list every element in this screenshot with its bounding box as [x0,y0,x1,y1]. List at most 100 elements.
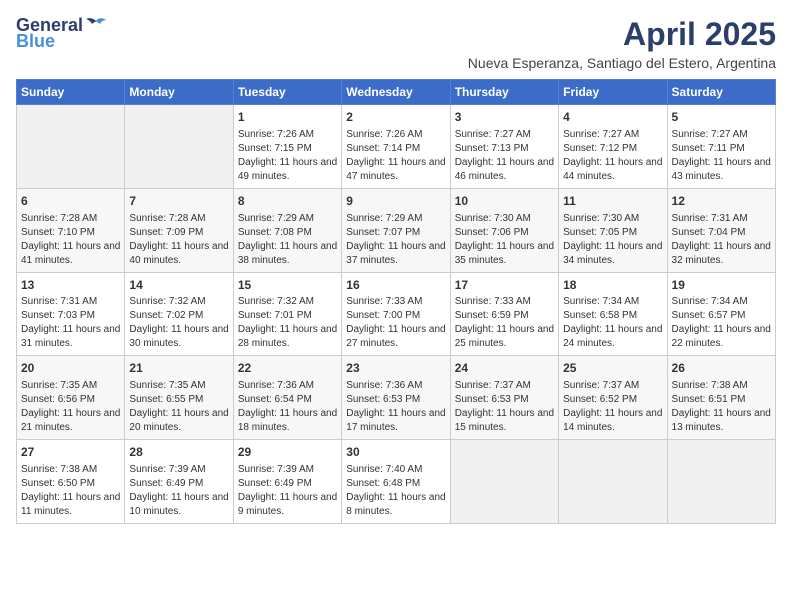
calendar-cell [450,440,558,524]
day-info: Sunrise: 7:36 AM Sunset: 6:53 PM Dayligh… [346,379,445,435]
day-number: 9 [346,193,445,210]
day-number: 6 [21,193,120,210]
day-info: Sunrise: 7:28 AM Sunset: 7:10 PM Dayligh… [21,212,120,268]
day-info: Sunrise: 7:38 AM Sunset: 6:51 PM Dayligh… [672,379,771,435]
calendar-cell: 16Sunrise: 7:33 AM Sunset: 7:00 PM Dayli… [342,272,450,356]
calendar-cell: 25 Sunrise: 7:37 AM Sunset: 6:52 PM Dayli… [559,356,667,440]
day-info: Sunrise: 7:27 AM Sunset: 7:12 PM Dayligh… [563,128,662,184]
day-info: Sunrise: 7:31 AM Sunset: 7:04 PM Dayligh… [672,212,771,268]
day-number: 17 [455,277,554,294]
calendar-cell: 6 Sunrise: 7:28 AM Sunset: 7:10 PM Daylig… [17,188,125,272]
calendar-cell: 26 Sunrise: 7:38 AM Sunset: 6:51 PM Dayli… [667,356,775,440]
day-number: 11 [563,193,662,210]
calendar-cell: 27Sunrise: 7:38 AM Sunset: 6:50 PM Dayli… [17,440,125,524]
day-number: 20 [21,360,120,377]
month-year-title: April 2025 [468,16,776,53]
logo-blue: Blue [16,32,55,50]
calendar-cell: 2 Sunrise: 7:26 AM Sunset: 7:14 PM Daylig… [342,105,450,189]
logo: General Blue [16,16,106,50]
day-number: 16 [346,277,445,294]
day-number: 25 [563,360,662,377]
calendar-cell: 17Sunrise: 7:33 AM Sunset: 6:59 PM Dayli… [450,272,558,356]
day-header-monday: Monday [125,80,233,105]
day-info: Sunrise: 7:32 AM Sunset: 7:01 PM Dayligh… [238,295,337,351]
day-info: Sunrise: 7:33 AM Sunset: 6:59 PM Dayligh… [455,295,554,351]
calendar-cell: 10Sunrise: 7:30 AM Sunset: 7:06 PM Dayli… [450,188,558,272]
day-number: 26 [672,360,771,377]
calendar-cell: 12 Sunrise: 7:31 AM Sunset: 7:04 PM Dayli… [667,188,775,272]
calendar-cell: 19Sunrise: 7:34 AM Sunset: 6:57 PM Dayli… [667,272,775,356]
day-number: 7 [129,193,228,210]
day-info: Sunrise: 7:34 AM Sunset: 6:57 PM Dayligh… [672,295,771,351]
calendar-cell: 30 Sunrise: 7:40 AM Sunset: 6:48 PM Dayli… [342,440,450,524]
calendar-cell: 20 Sunrise: 7:35 AM Sunset: 6:56 PM Dayli… [17,356,125,440]
calendar-cell [125,105,233,189]
calendar-cell: 24 Sunrise: 7:37 AM Sunset: 6:53 PM Dayli… [450,356,558,440]
calendar-table: SundayMondayTuesdayWednesdayThursdayFrid… [16,79,776,524]
day-info: Sunrise: 7:38 AM Sunset: 6:50 PM Dayligh… [21,463,120,519]
day-number: 2 [346,109,445,126]
day-info: Sunrise: 7:40 AM Sunset: 6:48 PM Dayligh… [346,463,445,519]
calendar-cell: 13Sunrise: 7:31 AM Sunset: 7:03 PM Dayli… [17,272,125,356]
day-header-sunday: Sunday [17,80,125,105]
calendar-week-row: 1Sunrise: 7:26 AM Sunset: 7:15 PM Daylig… [17,105,776,189]
calendar-week-row: 13Sunrise: 7:31 AM Sunset: 7:03 PM Dayli… [17,272,776,356]
location-subtitle: Nueva Esperanza, Santiago del Estero, Ar… [468,55,776,71]
day-number: 4 [563,109,662,126]
calendar-cell: 22Sunrise: 7:36 AM Sunset: 6:54 PM Dayli… [233,356,341,440]
day-info: Sunrise: 7:26 AM Sunset: 7:14 PM Dayligh… [346,128,445,184]
day-header-friday: Friday [559,80,667,105]
day-number: 3 [455,109,554,126]
day-info: Sunrise: 7:37 AM Sunset: 6:52 PM Dayligh… [563,379,662,435]
calendar-cell [667,440,775,524]
calendar-cell: 5 Sunrise: 7:27 AM Sunset: 7:11 PM Daylig… [667,105,775,189]
day-number: 19 [672,277,771,294]
calendar-cell: 21Sunrise: 7:35 AM Sunset: 6:55 PM Dayli… [125,356,233,440]
day-info: Sunrise: 7:29 AM Sunset: 7:07 PM Dayligh… [346,212,445,268]
day-info: Sunrise: 7:37 AM Sunset: 6:53 PM Dayligh… [455,379,554,435]
day-number: 30 [346,444,445,461]
calendar-cell: 4 Sunrise: 7:27 AM Sunset: 7:12 PM Daylig… [559,105,667,189]
day-number: 23 [346,360,445,377]
calendar-header-row: SundayMondayTuesdayWednesdayThursdayFrid… [17,80,776,105]
day-number: 14 [129,277,228,294]
day-header-thursday: Thursday [450,80,558,105]
day-number: 5 [672,109,771,126]
day-info: Sunrise: 7:27 AM Sunset: 7:13 PM Dayligh… [455,128,554,184]
day-header-saturday: Saturday [667,80,775,105]
day-info: Sunrise: 7:35 AM Sunset: 6:55 PM Dayligh… [129,379,228,435]
day-number: 12 [672,193,771,210]
day-number: 24 [455,360,554,377]
calendar-cell: 23 Sunrise: 7:36 AM Sunset: 6:53 PM Dayli… [342,356,450,440]
day-number: 8 [238,193,337,210]
day-number: 13 [21,277,120,294]
day-info: Sunrise: 7:33 AM Sunset: 7:00 PM Dayligh… [346,295,445,351]
day-info: Sunrise: 7:34 AM Sunset: 6:58 PM Dayligh… [563,295,662,351]
day-number: 18 [563,277,662,294]
day-info: Sunrise: 7:28 AM Sunset: 7:09 PM Dayligh… [129,212,228,268]
calendar-week-row: 6 Sunrise: 7:28 AM Sunset: 7:10 PM Daylig… [17,188,776,272]
calendar-cell [559,440,667,524]
day-header-wednesday: Wednesday [342,80,450,105]
calendar-cell: 9 Sunrise: 7:29 AM Sunset: 7:07 PM Daylig… [342,188,450,272]
day-info: Sunrise: 7:36 AM Sunset: 6:54 PM Dayligh… [238,379,337,435]
day-number: 29 [238,444,337,461]
day-header-tuesday: Tuesday [233,80,341,105]
day-number: 28 [129,444,228,461]
day-info: Sunrise: 7:35 AM Sunset: 6:56 PM Dayligh… [21,379,120,435]
day-info: Sunrise: 7:32 AM Sunset: 7:02 PM Dayligh… [129,295,228,351]
calendar-cell: 28 Sunrise: 7:39 AM Sunset: 6:49 PM Dayli… [125,440,233,524]
day-number: 1 [238,109,337,126]
day-info: Sunrise: 7:29 AM Sunset: 7:08 PM Dayligh… [238,212,337,268]
calendar-week-row: 20 Sunrise: 7:35 AM Sunset: 6:56 PM Dayli… [17,356,776,440]
calendar-cell: 11Sunrise: 7:30 AM Sunset: 7:05 PM Dayli… [559,188,667,272]
day-info: Sunrise: 7:31 AM Sunset: 7:03 PM Dayligh… [21,295,120,351]
day-number: 15 [238,277,337,294]
calendar-week-row: 27Sunrise: 7:38 AM Sunset: 6:50 PM Dayli… [17,440,776,524]
day-info: Sunrise: 7:27 AM Sunset: 7:11 PM Dayligh… [672,128,771,184]
calendar-cell: 7 Sunrise: 7:28 AM Sunset: 7:09 PM Daylig… [125,188,233,272]
day-number: 10 [455,193,554,210]
day-info: Sunrise: 7:39 AM Sunset: 6:49 PM Dayligh… [129,463,228,519]
day-info: Sunrise: 7:39 AM Sunset: 6:49 PM Dayligh… [238,463,337,519]
calendar-cell: 1Sunrise: 7:26 AM Sunset: 7:15 PM Daylig… [233,105,341,189]
